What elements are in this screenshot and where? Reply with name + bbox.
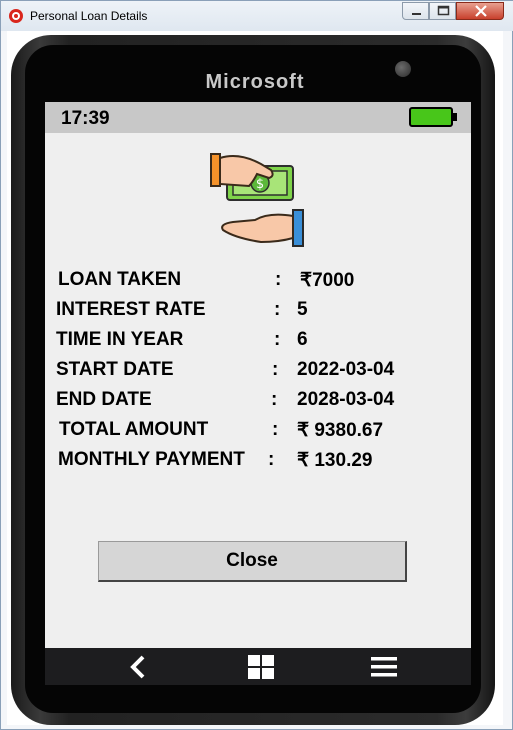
detail-row: INTEREST RATE:5 bbox=[45, 299, 471, 325]
detail-value: 5 bbox=[297, 299, 308, 320]
detail-label: START DATE bbox=[56, 359, 174, 380]
detail-row: TIME IN YEAR:6 bbox=[45, 329, 471, 355]
windows-grid-icon[interactable] bbox=[246, 652, 276, 682]
window-client-area: Microsoft 17:39 $ LOAN TAKEN: ₹7000 INT… bbox=[7, 31, 503, 725]
close-icon bbox=[475, 5, 487, 17]
detail-row: END DATE:2028-03-04 bbox=[45, 389, 471, 415]
detail-value: 6 bbox=[297, 329, 308, 350]
status-bar: 17:39 bbox=[45, 102, 471, 133]
detail-label: TOTAL AMOUNT bbox=[59, 419, 209, 440]
detail-colon: : bbox=[274, 329, 281, 350]
svg-text:$: $ bbox=[256, 177, 264, 192]
detail-value: ₹ 130.29 bbox=[297, 450, 373, 471]
phone-nav-bar bbox=[45, 648, 471, 685]
detail-value: ₹ 9380.67 bbox=[297, 420, 384, 441]
detail-value: 2022-03-04 bbox=[297, 359, 395, 380]
phone-screen: 17:39 $ LOAN TAKEN: ₹7000 INTEREST RATE bbox=[45, 102, 471, 650]
detail-value: 2028-03-04 bbox=[297, 389, 395, 410]
window-title: Personal Loan Details bbox=[30, 9, 148, 23]
detail-row: TOTAL AMOUNT: ₹ 9380.67 bbox=[45, 419, 471, 445]
status-time: 17:39 bbox=[61, 108, 110, 129]
detail-colon: : bbox=[274, 299, 281, 320]
detail-value: ₹7000 bbox=[300, 270, 355, 291]
minimize-button[interactable] bbox=[402, 2, 429, 20]
detail-colon: : bbox=[272, 419, 279, 440]
detail-colon: : bbox=[275, 269, 282, 290]
detail-label: TIME IN YEAR bbox=[56, 329, 184, 350]
battery-icon bbox=[409, 107, 453, 127]
detail-row: LOAN TAKEN: ₹7000 bbox=[45, 269, 471, 295]
app-icon bbox=[9, 9, 23, 23]
maximize-button[interactable] bbox=[429, 2, 456, 20]
title-bar[interactable]: Personal Loan Details bbox=[1, 1, 513, 31]
camera-icon bbox=[395, 61, 411, 77]
close-button[interactable]: Close bbox=[98, 541, 407, 582]
detail-row: MONTHLY PAYMENT: ₹ 130.29 bbox=[45, 449, 471, 475]
detail-colon: : bbox=[271, 389, 278, 410]
app-window: Personal Loan Details Microsoft 17:39 $ … bbox=[0, 0, 513, 730]
back-arrow-icon[interactable] bbox=[124, 652, 154, 682]
detail-label: INTEREST RATE bbox=[56, 299, 206, 320]
detail-row: START DATE:2022-03-04 bbox=[45, 359, 471, 385]
loan-hand-money-icon: $ bbox=[210, 153, 304, 247]
detail-label: LOAN TAKEN bbox=[58, 269, 182, 290]
detail-label: END DATE bbox=[56, 389, 152, 410]
minimize-icon bbox=[412, 13, 421, 15]
window-close-button[interactable] bbox=[456, 2, 504, 20]
maximize-icon bbox=[437, 5, 450, 16]
battery-tip bbox=[453, 113, 457, 121]
phone-brand-logo: Microsoft bbox=[205, 71, 305, 93]
hamburger-menu-icon[interactable] bbox=[369, 652, 399, 682]
detail-colon: : bbox=[268, 449, 275, 470]
detail-label: MONTHLY PAYMENT bbox=[58, 449, 245, 470]
detail-colon: : bbox=[272, 359, 279, 380]
